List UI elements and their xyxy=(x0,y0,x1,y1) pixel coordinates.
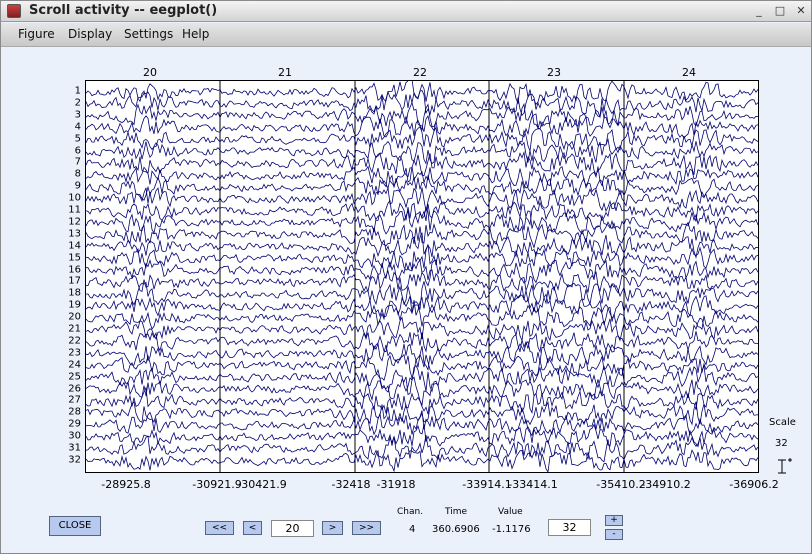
channel-label: 32 xyxy=(68,454,81,466)
x-tick-label: -31918 xyxy=(376,478,416,491)
time-header: Time xyxy=(445,507,468,517)
chan-value: 4 xyxy=(409,524,416,535)
eeg-channel-trace xyxy=(86,165,758,189)
epoch-label: 22 xyxy=(413,66,427,79)
channel-label: 14 xyxy=(68,240,81,252)
channel-label: 16 xyxy=(68,264,81,275)
channel-label: 7 xyxy=(74,156,81,168)
scale-label: Scale xyxy=(769,417,796,428)
channel-label: 9 xyxy=(74,180,81,192)
channel-label: 27 xyxy=(68,394,81,406)
eeg-channel-trace xyxy=(86,449,758,472)
title-bar[interactable]: Scroll activity -- eegplot() _ □ ✕ xyxy=(1,1,811,22)
eeg-channel-trace xyxy=(86,304,758,330)
channel-label: 21 xyxy=(68,323,81,335)
menu-figure[interactable]: Figure xyxy=(18,27,55,41)
epoch-input[interactable]: 20 xyxy=(271,520,314,537)
channel-label: 6 xyxy=(74,145,81,156)
channel-label: 31 xyxy=(68,442,81,454)
eeg-channel-trace xyxy=(86,232,758,259)
scale-increase-button[interactable]: + xyxy=(605,515,623,526)
minimize-icon[interactable]: _ xyxy=(751,4,767,19)
menu-help[interactable]: Help xyxy=(182,27,209,41)
epoch-label: 21 xyxy=(278,66,292,79)
eeg-plot-area[interactable] xyxy=(85,80,759,473)
scroll-back-button[interactable]: < xyxy=(243,521,262,535)
channel-label: 15 xyxy=(68,252,81,264)
scroll-forward-fast-button[interactable]: >> xyxy=(352,521,381,535)
eeg-channel-trace xyxy=(86,410,758,437)
x-tick-label: -35410.2 xyxy=(596,478,646,491)
channel-label: 4 xyxy=(74,121,81,133)
channel-label: 3 xyxy=(74,109,81,121)
eeg-channel-trace xyxy=(86,353,758,382)
channel-label: 25 xyxy=(68,371,81,383)
x-tick-label: -28925.8 xyxy=(101,478,151,491)
time-value: 360.6906 xyxy=(432,524,480,535)
menu-display[interactable]: Display xyxy=(68,27,112,41)
scroll-forward-button[interactable]: > xyxy=(322,521,343,535)
eeg-channel-trace xyxy=(86,316,758,342)
eeg-channel-trace xyxy=(86,90,758,117)
x-tick-label: -34910.2 xyxy=(641,478,691,491)
channel-label: 8 xyxy=(74,168,81,180)
channel-label: 20 xyxy=(68,311,81,323)
scale-input[interactable]: 32 xyxy=(548,519,591,536)
scroll-back-fast-button[interactable]: << xyxy=(205,521,234,535)
value-value: -1.1176 xyxy=(492,524,531,535)
channel-label: 13 xyxy=(68,228,81,240)
channel-label: 11 xyxy=(68,204,81,216)
channel-label: 28 xyxy=(68,406,81,418)
chan-header: Chan. xyxy=(397,507,424,517)
maximize-icon[interactable]: □ xyxy=(772,4,788,19)
channel-label: 18 xyxy=(68,287,81,299)
menu-bar: Figure Display Settings Help xyxy=(1,23,811,47)
menu-settings[interactable]: Settings xyxy=(124,27,173,41)
x-tick-label: -33414.1 xyxy=(508,478,558,491)
channel-label: 29 xyxy=(68,418,81,430)
x-tick-label: -32418 xyxy=(331,478,371,491)
value-header: Value xyxy=(498,507,523,517)
channel-label: 1 xyxy=(74,85,81,97)
channel-label: 23 xyxy=(68,347,81,359)
channel-label: 26 xyxy=(68,383,81,394)
eeg-channel-trace xyxy=(86,281,758,310)
channel-label: 30 xyxy=(68,430,81,442)
eegplot-window: Scroll activity -- eegplot() _ □ ✕ Figur… xyxy=(0,0,812,554)
close-button[interactable]: CLOSE xyxy=(49,516,101,536)
scale-value: 32 xyxy=(775,438,788,449)
eeg-channel-trace xyxy=(86,293,758,319)
x-tick-label: -30421.9 xyxy=(237,478,287,491)
channel-label: 10 xyxy=(68,192,81,204)
close-icon[interactable]: ✕ xyxy=(793,4,809,19)
channel-label: 24 xyxy=(68,359,81,371)
scale-decrease-button[interactable]: - xyxy=(605,529,623,540)
channel-label: 22 xyxy=(68,335,81,347)
x-tick-label: -30921.9 xyxy=(192,478,242,491)
eeg-channel-trace xyxy=(86,206,758,235)
channel-label: 12 xyxy=(68,216,81,228)
channel-label: 2 xyxy=(74,97,81,109)
epoch-label: 24 xyxy=(682,66,696,79)
channel-label: 5 xyxy=(74,133,81,145)
eeg-traces xyxy=(86,81,758,472)
channel-label: 19 xyxy=(68,299,81,311)
eeg-channel-trace xyxy=(86,364,758,393)
x-tick-label: -36906.2 xyxy=(729,478,779,491)
x-tick-label: -33914.1 xyxy=(462,478,512,491)
eeg-channel-trace xyxy=(86,137,758,165)
eeg-channel-trace xyxy=(86,340,758,372)
app-icon xyxy=(7,4,21,18)
eeg-channel-trace xyxy=(86,81,758,106)
epoch-label: 23 xyxy=(547,66,561,79)
scale-bar-icon xyxy=(778,458,792,474)
window-title: Scroll activity -- eegplot() xyxy=(29,3,218,18)
epoch-label: 20 xyxy=(143,66,157,79)
channel-label: 17 xyxy=(68,275,81,287)
